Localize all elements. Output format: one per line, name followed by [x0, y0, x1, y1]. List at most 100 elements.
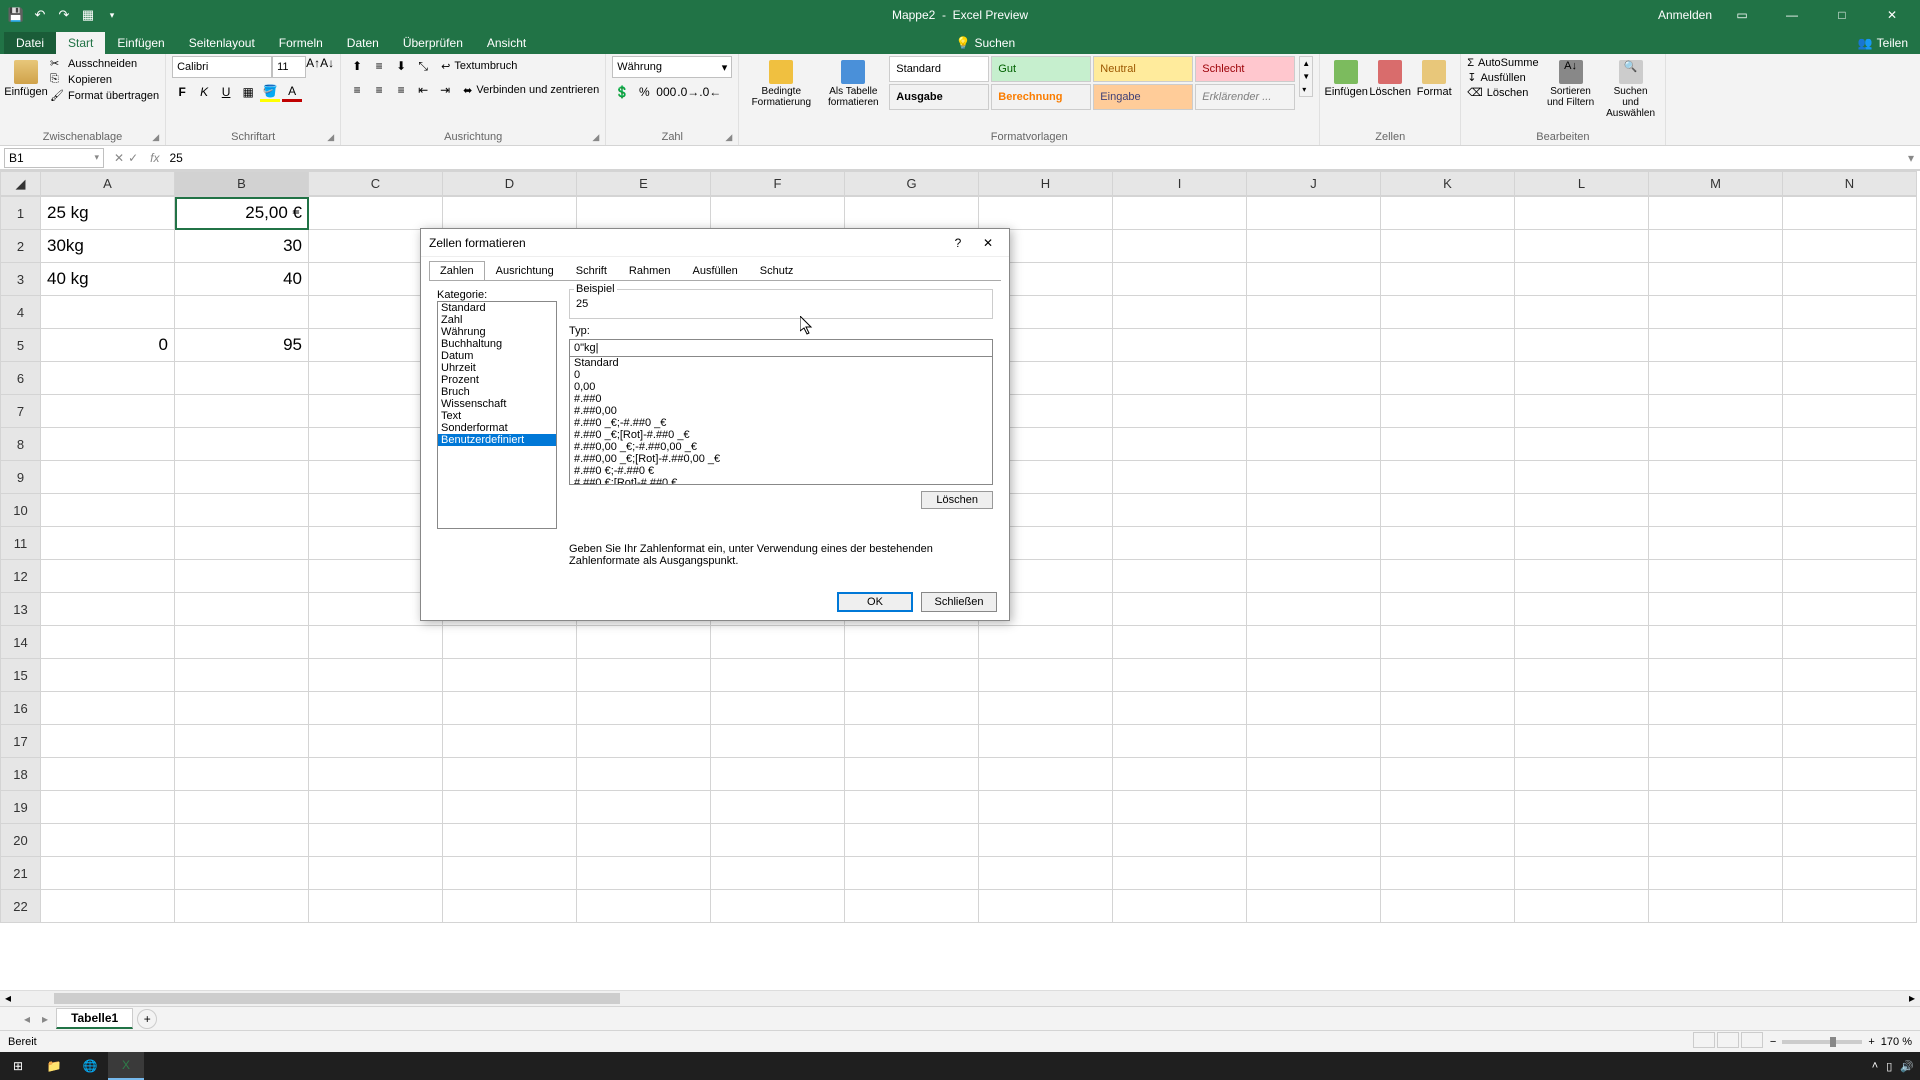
cell-F18[interactable] [711, 758, 845, 791]
cell-M14[interactable] [1649, 626, 1783, 659]
cell-J9[interactable] [1247, 461, 1381, 494]
dtab-zahlen[interactable]: Zahlen [429, 261, 485, 281]
cell-J10[interactable] [1247, 494, 1381, 527]
delete-format-button[interactable]: Löschen [921, 491, 993, 509]
tray-volume-icon[interactable]: 🔊 [1900, 1060, 1914, 1073]
cell-M19[interactable] [1649, 791, 1783, 824]
clear-button[interactable]: ⌫Löschen [1467, 85, 1538, 100]
cell-B12[interactable] [175, 560, 309, 593]
border-button[interactable]: ▦ [238, 82, 258, 102]
orientation-icon[interactable]: ⤡ [413, 56, 433, 76]
cell-B19[interactable] [175, 791, 309, 824]
cell-L9[interactable] [1515, 461, 1649, 494]
cell-K10[interactable] [1381, 494, 1515, 527]
cell-M17[interactable] [1649, 725, 1783, 758]
paste-button[interactable]: Einfügen [6, 56, 46, 102]
cell-I5[interactable] [1113, 329, 1247, 362]
cell-K2[interactable] [1381, 230, 1515, 263]
format-list-item[interactable]: #.##0 [570, 393, 992, 405]
cell-N18[interactable] [1783, 758, 1917, 791]
tell-me-search[interactable]: 💡 Suchen [952, 32, 1020, 54]
column-header[interactable]: M [1649, 172, 1783, 196]
cell-H16[interactable] [979, 692, 1113, 725]
cell-F1[interactable] [711, 197, 845, 230]
enter-edit-icon[interactable]: ✓ [128, 151, 138, 165]
cell-J3[interactable] [1247, 263, 1381, 296]
cell-M6[interactable] [1649, 362, 1783, 395]
cell-K11[interactable] [1381, 527, 1515, 560]
cell-I20[interactable] [1113, 824, 1247, 857]
cell-D14[interactable] [443, 626, 577, 659]
cell-A15[interactable] [41, 659, 175, 692]
cell-A8[interactable] [41, 428, 175, 461]
dtab-schutz[interactable]: Schutz [749, 261, 805, 281]
delete-cells-button[interactable]: Löschen [1370, 56, 1410, 102]
cell-N19[interactable] [1783, 791, 1917, 824]
cell-K21[interactable] [1381, 857, 1515, 890]
cell-C20[interactable] [309, 824, 443, 857]
cell-F14[interactable] [711, 626, 845, 659]
column-header[interactable]: N [1783, 172, 1917, 196]
format-list[interactable]: Standard00,00#.##0#.##0,00#.##0 _€;-#.##… [569, 357, 993, 485]
cell-F17[interactable] [711, 725, 845, 758]
view-buttons[interactable] [1692, 1032, 1764, 1051]
category-item[interactable]: Bruch [438, 386, 556, 398]
copy-button[interactable]: ⎘Kopieren [50, 72, 159, 88]
fill-button[interactable]: ↧Ausfüllen [1467, 70, 1538, 85]
cell-K16[interactable] [1381, 692, 1515, 725]
italic-button[interactable]: K [194, 82, 214, 102]
cell-K8[interactable] [1381, 428, 1515, 461]
cell-A14[interactable] [41, 626, 175, 659]
cell-L8[interactable] [1515, 428, 1649, 461]
bold-button[interactable]: F [172, 82, 192, 102]
fx-icon[interactable]: fx [144, 151, 165, 165]
cell-K13[interactable] [1381, 593, 1515, 626]
cell-M4[interactable] [1649, 296, 1783, 329]
row-header[interactable]: 9 [1, 461, 41, 494]
cell-K18[interactable] [1381, 758, 1515, 791]
cell-H15[interactable] [979, 659, 1113, 692]
cell-J11[interactable] [1247, 527, 1381, 560]
cell-H18[interactable] [979, 758, 1113, 791]
cell-I10[interactable] [1113, 494, 1247, 527]
cell-N15[interactable] [1783, 659, 1917, 692]
cell-A11[interactable] [41, 527, 175, 560]
cell-A7[interactable] [41, 395, 175, 428]
cell-D15[interactable] [443, 659, 577, 692]
cell-B1[interactable]: 25,00 € [175, 197, 309, 230]
cell-N10[interactable] [1783, 494, 1917, 527]
ok-button[interactable]: OK [837, 592, 913, 612]
cell-I11[interactable] [1113, 527, 1247, 560]
cell-I21[interactable] [1113, 857, 1247, 890]
cell-C1[interactable] [309, 197, 443, 230]
cell-C22[interactable] [309, 890, 443, 923]
column-header[interactable]: L [1515, 172, 1649, 196]
cell-B16[interactable] [175, 692, 309, 725]
cell-L6[interactable] [1515, 362, 1649, 395]
cell-G1[interactable] [845, 197, 979, 230]
cell-M20[interactable] [1649, 824, 1783, 857]
maximize-icon[interactable]: □ [1822, 8, 1862, 22]
cell-B4[interactable] [175, 296, 309, 329]
font-name-dropdown[interactable] [172, 56, 272, 78]
cell-J8[interactable] [1247, 428, 1381, 461]
conditional-formatting-button[interactable]: Bedingte Formatierung [745, 56, 817, 112]
cell-K14[interactable] [1381, 626, 1515, 659]
cell-N21[interactable] [1783, 857, 1917, 890]
row-header[interactable]: 19 [1, 791, 41, 824]
cell-B11[interactable] [175, 527, 309, 560]
tab-data[interactable]: Daten [335, 32, 391, 54]
cell-M1[interactable] [1649, 197, 1783, 230]
row-header[interactable]: 2 [1, 230, 41, 263]
cell-B17[interactable] [175, 725, 309, 758]
column-header[interactable]: E [577, 172, 711, 196]
cell-G18[interactable] [845, 758, 979, 791]
cell-A16[interactable] [41, 692, 175, 725]
style-berechnung[interactable]: Berechnung [991, 84, 1091, 110]
tray-network-icon[interactable]: ▯ [1886, 1060, 1892, 1073]
decrease-indent-icon[interactable]: ⇤ [413, 80, 433, 100]
cell-B20[interactable] [175, 824, 309, 857]
cell-D22[interactable] [443, 890, 577, 923]
dtab-schrift[interactable]: Schrift [565, 261, 618, 281]
cell-J19[interactable] [1247, 791, 1381, 824]
